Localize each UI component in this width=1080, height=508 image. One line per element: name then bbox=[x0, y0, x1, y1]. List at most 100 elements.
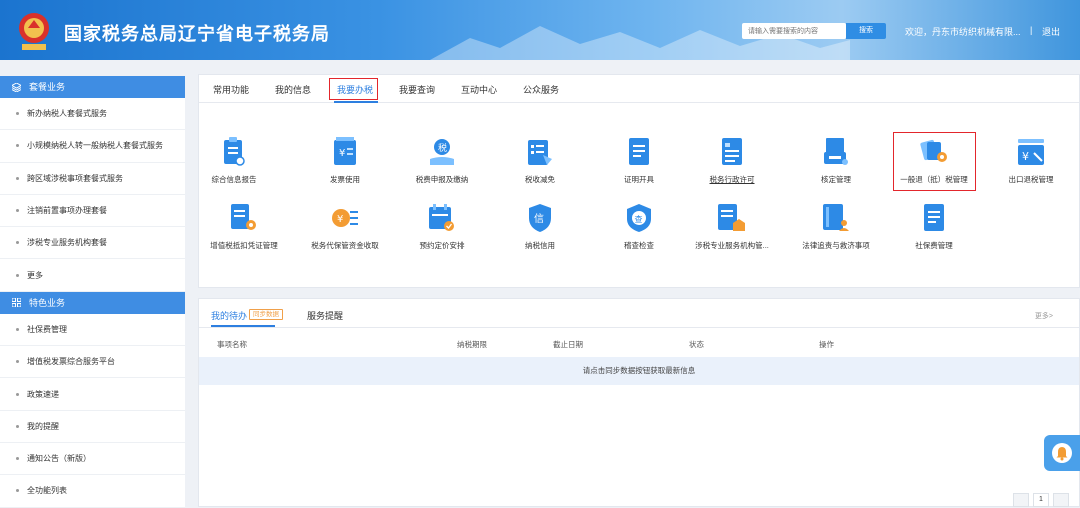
icon-general-refund[interactable]: 一般退（抵）税管理 bbox=[889, 137, 979, 185]
icon-invoice-use[interactable]: ¥ 发票使用 bbox=[300, 137, 390, 185]
search-input[interactable] bbox=[742, 23, 846, 39]
document-lines-icon bbox=[722, 138, 742, 165]
header-separator: | bbox=[1030, 25, 1033, 35]
grid-icon bbox=[12, 298, 21, 308]
sidebar-item[interactable]: 注销前置事项办理套餐 bbox=[0, 195, 185, 228]
icon-label: 证明开具 bbox=[624, 175, 654, 184]
sidebar-item-label: 政策速递 bbox=[27, 389, 59, 399]
icon-label: 纳税信用 bbox=[525, 241, 555, 250]
column-header-action: 操作 bbox=[819, 340, 834, 349]
pager-page-number[interactable]: 1 bbox=[1033, 493, 1049, 507]
tax-emblem-icon bbox=[19, 13, 49, 50]
pager-next-button[interactable] bbox=[1053, 493, 1069, 507]
sidebar-item[interactable]: 新办纳税人套餐式服务 bbox=[0, 98, 185, 131]
bullet-icon bbox=[16, 112, 19, 116]
icon-label: 核定管理 bbox=[821, 175, 851, 184]
sidebar-item-more[interactable]: 更多 bbox=[0, 259, 185, 292]
tab-my-info[interactable]: 我的信息 bbox=[275, 83, 311, 96]
icon-custody-fund[interactable]: ¥ 税务代保管资金收取 bbox=[300, 203, 390, 251]
icon-label: 发票使用 bbox=[330, 175, 360, 184]
sidebar-item[interactable]: 政策速递 bbox=[0, 378, 185, 411]
icon-tax-relief[interactable]: 税收减免 bbox=[495, 137, 585, 185]
bullet-icon bbox=[16, 489, 19, 493]
icon-label: 税费申报及缴纳 bbox=[415, 175, 469, 184]
sync-data-button[interactable]: 同步数据 bbox=[249, 309, 283, 320]
sidebar-item-label: 全功能列表 bbox=[27, 486, 67, 496]
bullet-icon bbox=[16, 457, 19, 461]
bullet-icon bbox=[16, 144, 19, 148]
bullet-icon bbox=[16, 176, 19, 180]
column-header-status: 状态 bbox=[689, 340, 704, 349]
column-header-deadline: 截止日期 bbox=[553, 340, 583, 349]
icon-social-insurance[interactable]: 社保费管理 bbox=[889, 203, 979, 251]
cards-gear-icon bbox=[920, 139, 947, 162]
icon-label: 税务代保管资金收取 bbox=[311, 241, 379, 250]
tab-query[interactable]: 我要查询 bbox=[399, 83, 435, 96]
hand-coin-icon: 税 bbox=[430, 139, 454, 165]
bullet-icon bbox=[16, 392, 19, 396]
sidebar-section-title: 特色业务 bbox=[29, 297, 66, 308]
bullet-icon bbox=[16, 273, 19, 277]
icon-label: 税收减免 bbox=[525, 175, 555, 184]
icon-tax-credit[interactable]: 信 纳税信用 bbox=[495, 203, 585, 251]
icon-certificate[interactable]: 证明开具 bbox=[594, 137, 684, 185]
bullet-icon bbox=[16, 209, 19, 213]
sidebar-item-label: 社保费管理 bbox=[27, 324, 67, 334]
welcome-text[interactable]: 欢迎，丹东市纺织机械有限... bbox=[905, 25, 1021, 38]
sidebar-section-featured[interactable]: 特色业务 bbox=[0, 291, 185, 314]
site-title: 国家税务总局辽宁省电子税务局 bbox=[64, 24, 330, 44]
function-panel: 常用功能 我的信息 我要办税 我要查询 互动中心 公众服务 综合信息报告 ¥ 发… bbox=[198, 74, 1080, 288]
sidebar-item-label: 通知公告（新版） bbox=[27, 454, 91, 464]
sidebar-item[interactable]: 社保费管理 bbox=[0, 314, 185, 347]
tab-common[interactable]: 常用功能 bbox=[213, 83, 249, 96]
icon-label: 社保费管理 bbox=[915, 241, 953, 250]
notification-float-button[interactable] bbox=[1044, 435, 1080, 471]
logout-link[interactable]: 退出 bbox=[1042, 25, 1060, 38]
more-link[interactable]: 更多> bbox=[1035, 311, 1053, 321]
tab-my-todo[interactable]: 我的待办 bbox=[211, 309, 247, 322]
empty-message: 请点击同步数据按钮获取最新信息 bbox=[199, 357, 1079, 385]
svg-text:¥: ¥ bbox=[1022, 150, 1029, 163]
book-person-icon bbox=[823, 204, 849, 231]
bullet-icon bbox=[16, 360, 19, 364]
invoice-yuan-icon: ¥ bbox=[334, 137, 356, 165]
sidebar-item-label: 小规模纳税人转一般纳税人套餐式服务 bbox=[27, 141, 163, 151]
icon-verification[interactable]: 核定管理 bbox=[791, 137, 881, 185]
tab-highlight-box bbox=[329, 78, 378, 100]
sidebar-item-label: 跨区域涉税事项套餐式服务 bbox=[27, 173, 123, 183]
document-gear-icon bbox=[231, 204, 256, 230]
icon-label: 一般退（抵）税管理 bbox=[900, 175, 968, 184]
active-tab-indicator bbox=[334, 101, 378, 103]
tab-public-service[interactable]: 公众服务 bbox=[523, 83, 559, 96]
svg-text:¥: ¥ bbox=[337, 214, 343, 225]
icon-vat-voucher[interactable]: 增值税抵扣凭证管理 bbox=[199, 203, 289, 251]
sidebar-item[interactable]: 增值税发票综合服务平台 bbox=[0, 346, 185, 379]
tab-service-reminder[interactable]: 服务提醒 bbox=[307, 309, 343, 322]
icon-pricing-arrangement[interactable]: 预约定价安排 bbox=[397, 203, 487, 251]
icon-legal-remedy[interactable]: 法律追责与救济事项 bbox=[791, 203, 881, 251]
coin-list-icon: ¥ bbox=[332, 209, 358, 227]
sidebar-section-package[interactable]: 套餐业务 bbox=[0, 76, 185, 98]
shield-credit-icon: 信 bbox=[529, 204, 551, 232]
icon-info-report[interactable]: 综合信息报告 bbox=[189, 137, 279, 185]
icon-inspection[interactable]: 查 稽查检查 bbox=[594, 203, 684, 251]
document-lines-icon bbox=[924, 204, 944, 231]
bullet-icon bbox=[16, 327, 19, 331]
sidebar-item[interactable]: 小规模纳税人转一般纳税人套餐式服务 bbox=[0, 130, 185, 163]
sidebar-item[interactable]: 涉税专业服务机构套餐 bbox=[0, 227, 185, 260]
sidebar: 套餐业务 新办纳税人套餐式服务 小规模纳税人转一般纳税人套餐式服务 跨区域涉税事… bbox=[0, 76, 185, 508]
sidebar-item[interactable]: 全功能列表 bbox=[0, 475, 185, 508]
sidebar-item[interactable]: 通知公告（新版） bbox=[0, 443, 185, 476]
tab-interaction[interactable]: 互动中心 bbox=[461, 83, 497, 96]
bell-icon bbox=[1052, 443, 1072, 463]
sidebar-item-label: 注销前置事项办理套餐 bbox=[27, 206, 107, 216]
icon-export-refund[interactable]: ¥ 出口退税管理 bbox=[986, 137, 1076, 185]
icon-professional-service[interactable]: 涉税专业服务机构管... bbox=[687, 203, 777, 251]
sidebar-item[interactable]: 我的提醒 bbox=[0, 411, 185, 443]
search-button[interactable]: 搜索 bbox=[846, 23, 886, 39]
pager-prev-button[interactable] bbox=[1013, 493, 1029, 507]
icon-admin-license[interactable]: 税务行政许可 bbox=[687, 137, 777, 185]
icon-tax-declaration[interactable]: 税 税费申报及缴纳 bbox=[397, 137, 487, 185]
sidebar-item[interactable]: 跨区域涉税事项套餐式服务 bbox=[0, 163, 185, 195]
sidebar-item-label: 涉税专业服务机构套餐 bbox=[27, 238, 107, 248]
